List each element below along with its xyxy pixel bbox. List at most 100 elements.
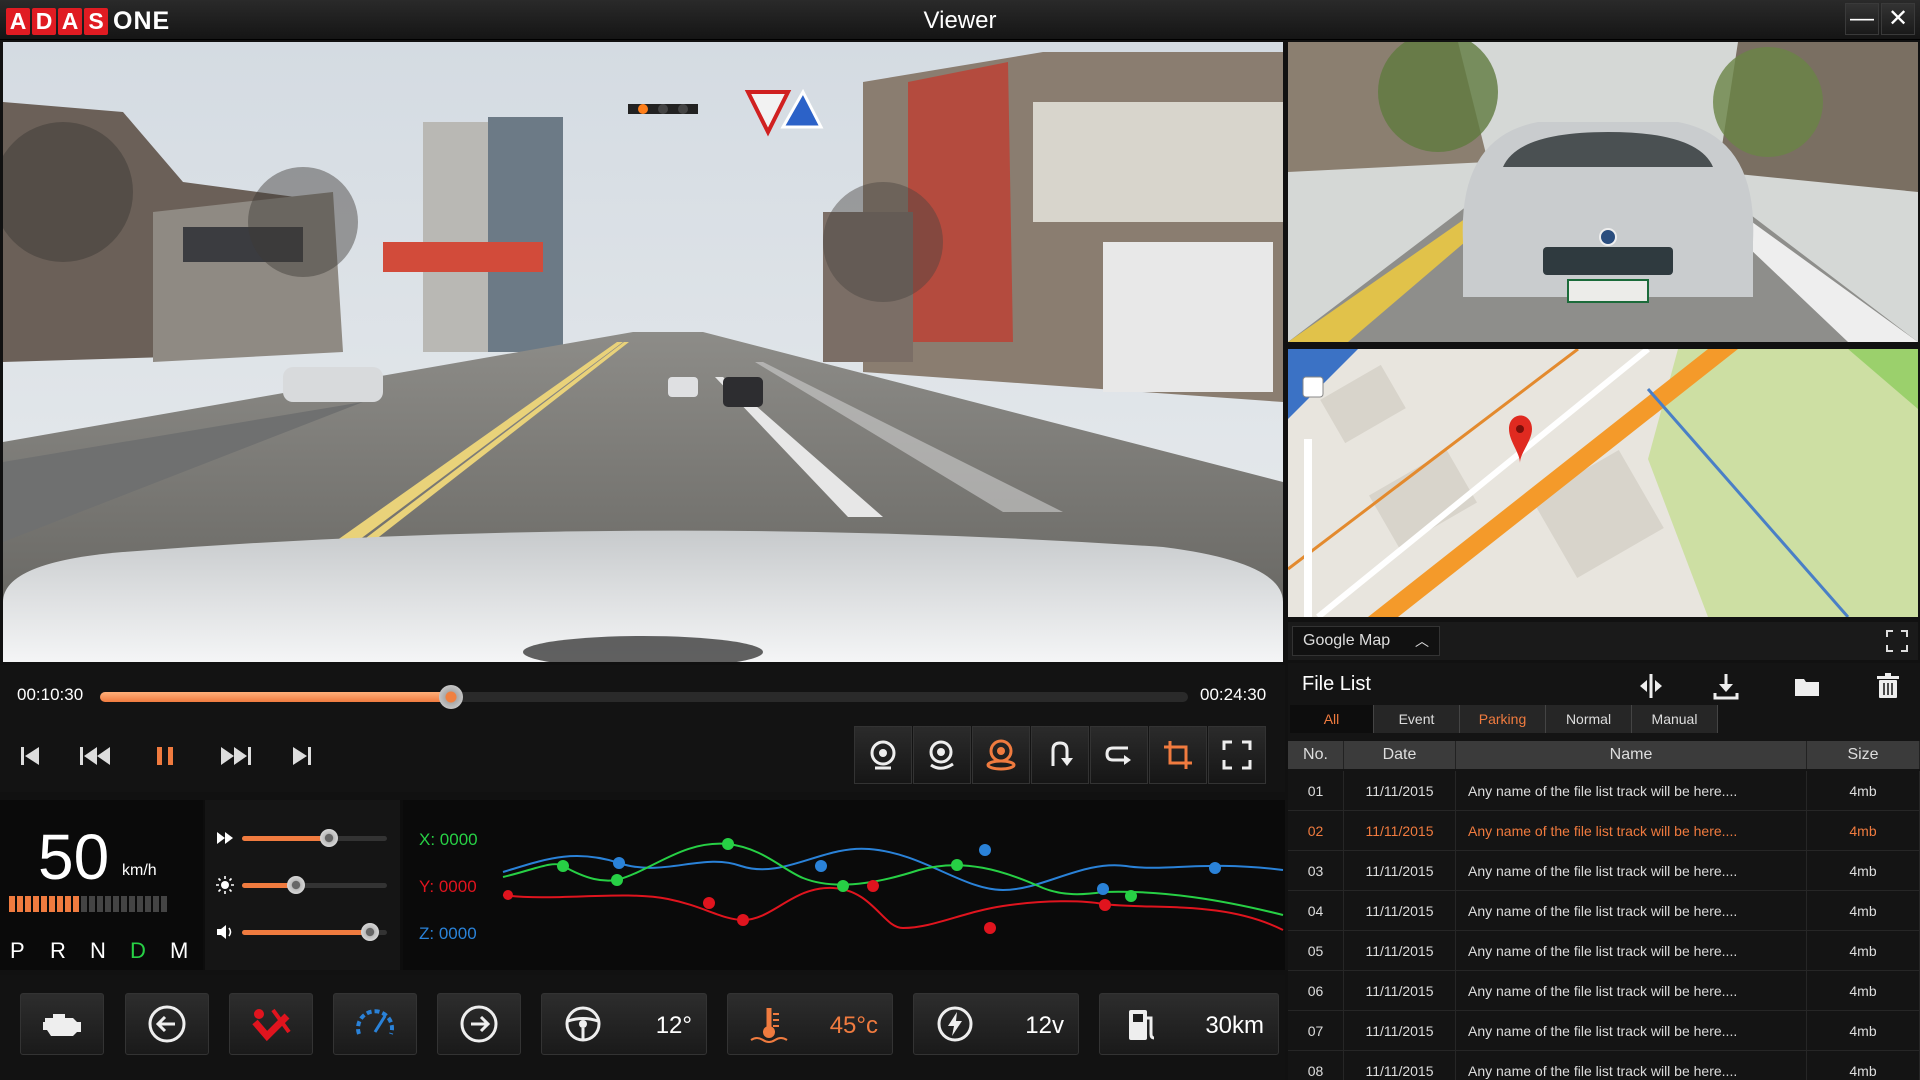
steering-wheel-icon [565,1006,601,1042]
table-row[interactable]: 08 11/11/2015 Any name of the file list … [1288,1051,1920,1080]
table-row[interactable]: 05 11/11/2015 Any name of the file list … [1288,931,1920,971]
playback-speed-slider[interactable] [205,824,400,854]
minimize-button[interactable]: — [1845,3,1879,35]
download-icon[interactable] [1711,671,1741,701]
tab-parking[interactable]: Parking [1460,705,1546,733]
speed-level-bar [9,896,169,912]
rewind-icon [80,747,110,765]
row-size: 4mb [1807,811,1920,850]
u-turn-button[interactable] [1031,726,1089,784]
fuel-pump-icon [1129,1010,1155,1040]
volume-slider[interactable] [205,918,400,948]
skip-to-start-button[interactable] [10,738,50,774]
tab-all[interactable]: All [1290,705,1374,733]
speed-level-segment [33,896,39,912]
column-header-name[interactable]: Name [1456,741,1807,769]
x-point [837,880,849,892]
table-row[interactable]: 01 11/11/2015 Any name of the file list … [1288,771,1920,811]
fast-forward-button[interactable] [214,738,254,774]
z-point [815,860,827,872]
front-camera-view-button[interactable] [854,726,912,784]
seek-progress [100,692,452,702]
playback-controls [0,720,1285,792]
fast-forward-icon [221,747,251,765]
loop-button[interactable] [1090,726,1148,784]
table-row[interactable]: 03 11/11/2015 Any name of the file list … [1288,851,1920,891]
turn-right-button[interactable] [437,993,521,1055]
speed-level-segment [73,896,79,912]
table-row[interactable]: 02 11/11/2015 Any name of the file list … [1288,811,1920,851]
speed-value: 50 [38,821,110,893]
y-point [984,922,996,934]
dual-camera-view-button[interactable] [972,726,1030,784]
column-header-size[interactable]: Size [1807,741,1920,769]
turn-left-button[interactable] [125,993,209,1055]
vehicle-indicators: 12° 45°c 12v 30km [0,975,1285,1080]
speed-level-segment [105,896,111,912]
tab-event[interactable]: Event [1374,705,1460,733]
title-bar: A D A S ONE Viewer — ✕ [0,0,1920,40]
front-camera-video[interactable] [3,42,1283,662]
speed-level-segment [65,896,71,912]
rear-camera-view-button[interactable] [913,726,971,784]
file-table-header: No. Date Name Size [1288,741,1920,769]
voltage-value: 12v [1025,1012,1064,1039]
current-time: 00:10:30 [17,685,84,704]
rewind-button[interactable] [77,738,117,774]
row-name: Any name of the file list track will be … [1456,1011,1807,1050]
folder-icon[interactable] [1792,671,1822,701]
slider-handle[interactable] [286,876,305,894]
google-map-view[interactable] [1288,349,1918,617]
seatbelt-button[interactable] [229,993,313,1055]
split-view-icon[interactable] [1636,671,1666,701]
row-name: Any name of the file list track will be … [1456,771,1807,810]
steering-angle-indicator[interactable]: 12° [541,993,707,1055]
brightness-slider[interactable] [205,871,400,901]
y-point [1099,899,1111,911]
arrow-right-circle-icon [460,1005,498,1043]
fuel-range-indicator[interactable]: 30km [1099,993,1279,1055]
battery-voltage-indicator[interactable]: 12v [913,993,1079,1055]
speed-level-segment [9,896,15,912]
speed-level-segment [137,896,143,912]
speed-level-segment [161,896,167,912]
tab-manual[interactable]: Manual [1632,705,1718,733]
tab-normal[interactable]: Normal [1546,705,1632,733]
gear-indicator: P R N D M [10,938,210,964]
column-header-date[interactable]: Date [1344,741,1456,769]
crop-button[interactable] [1149,726,1207,784]
x-point [611,874,623,886]
skip-to-end-button[interactable] [282,738,322,774]
engine-check-button[interactable] [20,993,104,1055]
column-header-no[interactable]: No. [1288,741,1344,769]
table-row[interactable]: 07 11/11/2015 Any name of the file list … [1288,1011,1920,1051]
speed-level-segment [113,896,119,912]
slider-handle[interactable] [360,923,379,941]
file-list-panel: File List All Event Parking Normal Manua… [1288,663,1920,1080]
seek-bar[interactable] [100,685,1188,709]
rear-camera-video[interactable] [1288,42,1918,342]
row-size: 4mb [1807,1011,1920,1050]
map-source-select[interactable]: Google Map ︿ [1292,626,1440,656]
table-row[interactable]: 06 11/11/2015 Any name of the file list … [1288,971,1920,1011]
pause-button[interactable] [145,738,185,774]
seek-handle[interactable] [439,685,464,709]
map-fullscreen-icon[interactable] [1884,628,1910,654]
temperature-indicator[interactable]: 45°c [727,993,893,1055]
temperature-value: 45°c [829,1012,878,1039]
y-point [867,880,879,892]
x-point [951,859,963,871]
slider-handle[interactable] [320,829,338,847]
row-date: 11/11/2015 [1344,891,1456,930]
file-filter-tabs: All Event Parking Normal Manual [1290,705,1718,733]
z-point [979,844,991,856]
pause-icon [157,747,173,765]
row-date: 11/11/2015 [1344,1011,1456,1050]
close-button[interactable]: ✕ [1881,3,1915,35]
brightness-icon [216,876,234,894]
trash-icon[interactable] [1873,671,1903,701]
speed-level-segment [25,896,31,912]
speed-gauge-button[interactable] [333,993,417,1055]
fullscreen-button[interactable] [1208,726,1266,784]
table-row[interactable]: 04 11/11/2015 Any name of the file list … [1288,891,1920,931]
